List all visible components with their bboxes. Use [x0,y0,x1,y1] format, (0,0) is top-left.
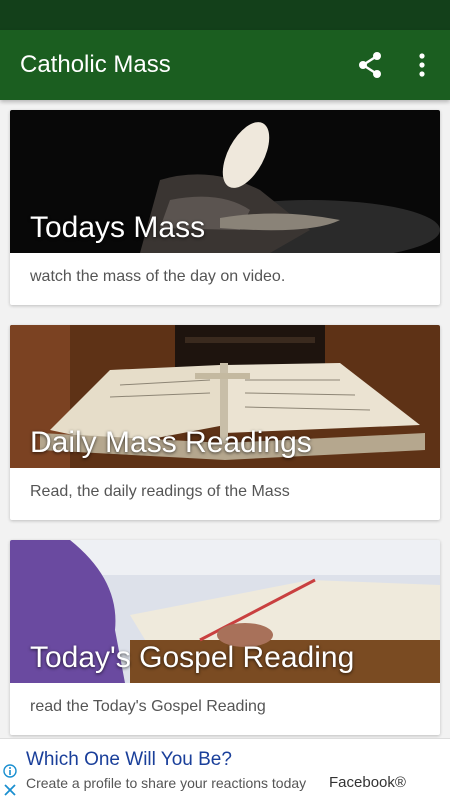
ad-banner[interactable]: Which One Will You Be? Create a profile … [0,738,450,800]
app-title: Catholic Mass [20,51,171,78]
gospel-image: Today's Gospel Reading [10,540,440,683]
card-todays-gospel-reading[interactable]: Today's Gospel Reading read the Today's … [10,540,440,735]
card-todays-mass[interactable]: Todays Mass watch the mass of the day on… [10,110,440,305]
bible-image: Daily Mass Readings [10,325,440,468]
card-description: read the Today's Gospel Reading [30,698,266,715]
more-vert-icon[interactable] [402,45,442,85]
status-bar [0,0,450,30]
card-title: Todays Mass [30,211,206,244]
ad-advertiser: Facebook® [329,774,406,791]
card-description: watch the mass of the day on video. [30,268,286,285]
ad-headline[interactable]: Which One Will You Be? [26,749,232,771]
card-description: Read, the daily readings of the Mass [30,483,290,500]
card-title: Today's Gospel Reading [30,641,355,674]
mass-image: Todays Mass [10,110,440,253]
ad-info-icon[interactable] [3,764,17,778]
app-bar: Catholic Mass [0,30,450,100]
share-icon[interactable] [350,45,390,85]
ad-body-text: Create a profile to share your reactions… [26,775,307,791]
ad-close-icon[interactable] [3,783,17,797]
card-title: Daily Mass Readings [30,426,312,459]
card-daily-mass-readings[interactable]: Daily Mass Readings Read, the daily read… [10,325,440,520]
card-list: Todays Mass watch the mass of the day on… [0,100,450,738]
